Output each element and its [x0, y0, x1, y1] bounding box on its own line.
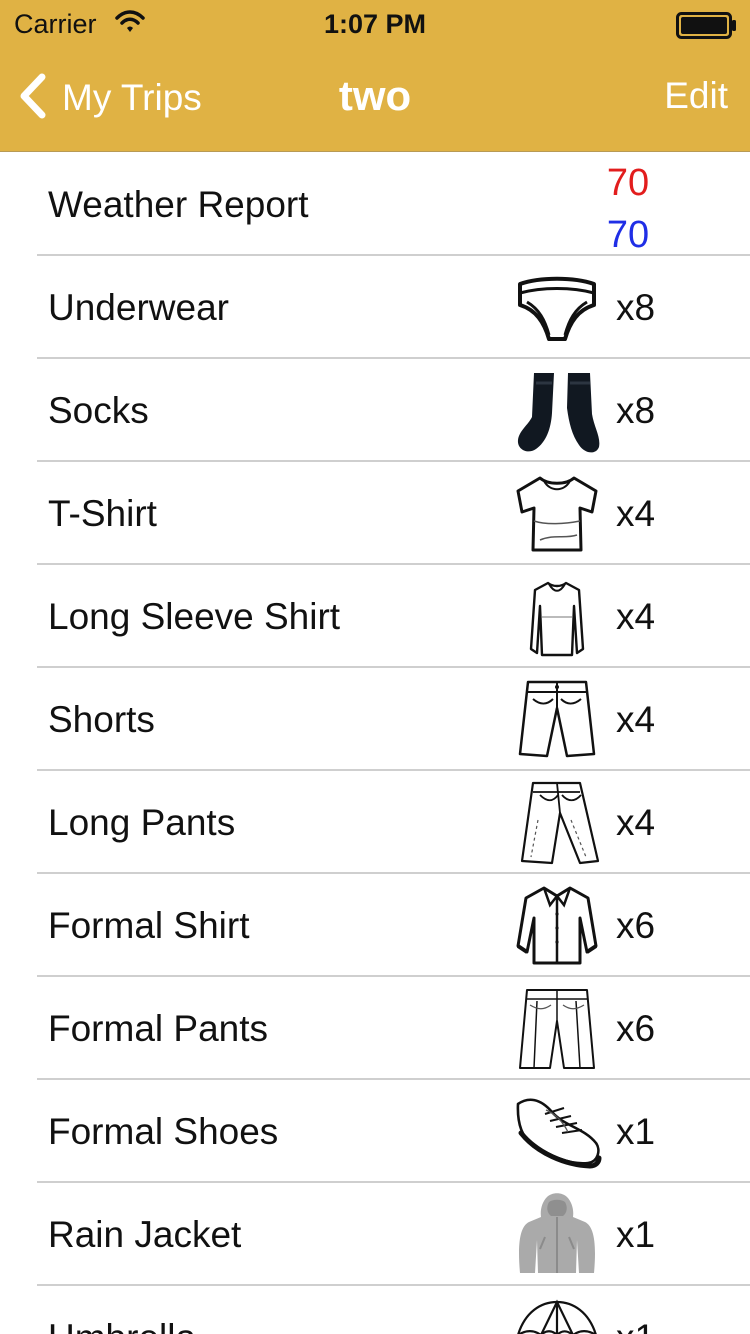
long-pants-icon	[508, 771, 606, 874]
tshirt-row[interactable]: T-Shirt x4	[0, 462, 750, 565]
underwear-row[interactable]: Underwear x8	[0, 256, 750, 359]
chevron-left-icon	[20, 73, 46, 119]
trip-packing-screen: Carrier 1:07 PM My Trips two Edit Weathe…	[0, 0, 750, 1334]
item-quantity: x4	[616, 595, 656, 637]
formal-shirt-row[interactable]: Formal Shirt x6	[0, 874, 750, 977]
weather-report-row[interactable]: Weather Report 70 70	[0, 153, 750, 256]
item-label: Long Pants	[48, 801, 236, 843]
top-bar: Carrier 1:07 PM My Trips two Edit	[0, 0, 750, 152]
socks-row[interactable]: Socks x8	[0, 359, 750, 462]
formal-shirt-icon	[508, 874, 606, 977]
back-button[interactable]: My Trips	[16, 40, 202, 152]
socks-icon	[508, 359, 606, 462]
status-time: 1:07 PM	[323, 9, 427, 39]
long-sleeve-shirt-row[interactable]: Long Sleeve Shirt x4	[0, 565, 750, 668]
umbrella-icon	[508, 1286, 606, 1334]
item-label: Umbrella	[48, 1286, 196, 1334]
formal-shoes-icon	[508, 1080, 606, 1183]
umbrella-row[interactable]: Umbrella x1	[0, 1286, 750, 1334]
item-quantity: x8	[616, 389, 656, 431]
item-label: T-Shirt	[48, 492, 157, 534]
item-quantity: x1	[616, 1110, 656, 1152]
item-quantity: x6	[616, 904, 656, 946]
shorts-row[interactable]: Shorts x4	[0, 668, 750, 771]
high-temperature: 70	[606, 162, 650, 204]
item-label: Formal Shoes	[48, 1110, 279, 1152]
item-label: Rain Jacket	[48, 1213, 242, 1255]
long-pants-row[interactable]: Long Pants x4	[0, 771, 750, 874]
shorts-icon	[508, 668, 606, 771]
item-label: Underwear	[48, 286, 229, 328]
item-label: Long Sleeve Shirt	[48, 595, 341, 637]
battery-icon	[676, 12, 736, 39]
weather-values: 70 70	[592, 157, 664, 261]
long-sleeve-shirt-icon	[508, 565, 606, 668]
item-quantity: x4	[616, 801, 656, 843]
weather-report-label: Weather Report	[48, 183, 309, 225]
navigation-bar: My Trips two Edit	[0, 40, 750, 152]
item-quantity: x1	[616, 1213, 656, 1255]
edit-button[interactable]: Edit	[664, 40, 728, 152]
item-quantity: x1	[616, 1286, 655, 1334]
status-bar: Carrier 1:07 PM	[0, 0, 750, 40]
item-quantity: x4	[616, 698, 656, 740]
formal-pants-icon	[508, 977, 606, 1080]
rain-jacket-row[interactable]: Rain Jacket x1	[0, 1183, 750, 1286]
packing-list: Weather Report 70 70 Underwear x8 Socks	[0, 153, 750, 1334]
item-quantity: x8	[616, 286, 656, 328]
item-label: Formal Pants	[48, 1007, 269, 1049]
item-label: Socks	[48, 389, 149, 431]
item-quantity: x6	[616, 1007, 656, 1049]
item-label: Shorts	[48, 698, 155, 740]
rain-jacket-icon	[508, 1183, 606, 1286]
item-label: Formal Shirt	[48, 904, 250, 946]
formal-shoes-row[interactable]: Formal Shoes x1	[0, 1080, 750, 1183]
item-quantity: x4	[616, 492, 656, 534]
tshirt-icon	[508, 462, 606, 565]
formal-pants-row[interactable]: Formal Pants x6	[0, 977, 750, 1080]
underwear-icon	[508, 256, 606, 359]
back-label: My Trips	[62, 76, 202, 118]
low-temperature: 70	[606, 214, 650, 256]
